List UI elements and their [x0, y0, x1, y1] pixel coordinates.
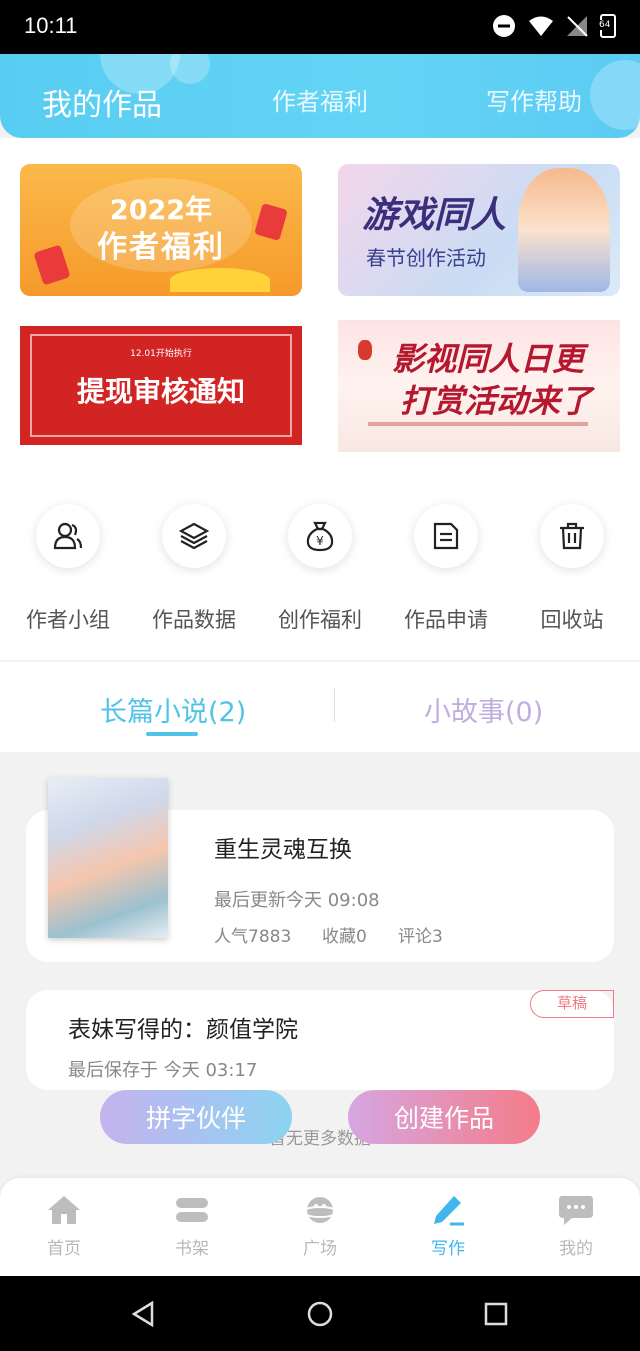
banner-title: 提现审核通知	[76, 375, 245, 408]
banner-line2: 春节创作活动	[366, 246, 486, 270]
tab-writing-help[interactable]: 写作帮助	[486, 82, 582, 117]
game-fanfic-banner[interactable]: 游戏同人 春节创作活动	[338, 164, 620, 296]
recents-icon[interactable]	[484, 1302, 508, 1326]
home-icon	[48, 1196, 80, 1224]
status-bar: 10:11 64	[0, 0, 640, 54]
draft-badge: 草稿	[530, 990, 614, 1018]
book-cover[interactable]	[48, 778, 168, 938]
decor-bubble	[590, 60, 640, 130]
works-tabs: 长篇小说(2) 小故事(0)	[0, 662, 640, 752]
create-work-button[interactable]: 创建作品	[348, 1090, 540, 1144]
system-nav-bar	[0, 1276, 640, 1351]
draft-work-card[interactable]: 草稿 表妹写得的：颜值学院 最后保存于 今天 03:17	[26, 990, 614, 1090]
work-title: 重生灵魂互换	[214, 837, 352, 863]
shortcut-label: 作品数据	[152, 608, 236, 632]
tab-short-stories[interactable]: 小故事(0)	[424, 690, 543, 729]
svg-text:¥: ¥	[316, 534, 324, 548]
bookshelf-icon	[176, 1198, 208, 1222]
nav-write[interactable]: 写作	[398, 1194, 498, 1259]
shortcut-label: 回收站	[540, 608, 604, 632]
shortcut-circle	[162, 504, 226, 568]
withdraw-notice-banner[interactable]: 12.01开始执行 提现审核通知	[20, 326, 302, 445]
nav-label: 广场	[303, 1239, 337, 1259]
shortcut-circle	[414, 504, 478, 568]
battery-icon: 64	[599, 14, 616, 38]
nav-bookshelf[interactable]: 书架	[142, 1194, 242, 1259]
author-welfare-banner[interactable]: 2022年 作者福利	[20, 164, 302, 296]
nav-label: 书架	[175, 1239, 209, 1259]
nav-home[interactable]: 首页	[14, 1194, 114, 1259]
lantern-icon	[358, 340, 372, 360]
nav-mine[interactable]: 我的	[526, 1194, 626, 1259]
tab-my-works[interactable]: 我的作品	[42, 80, 162, 124]
nav-label: 首页	[47, 1239, 81, 1259]
chat-bubble-icon	[559, 1196, 593, 1225]
no-more-data-text: 暂无更多数据	[269, 1129, 371, 1149]
layers-icon	[179, 522, 209, 550]
banner-title2: 打赏活动来了	[400, 382, 593, 420]
back-icon[interactable]	[130, 1301, 156, 1327]
active-tab-indicator	[146, 732, 198, 736]
work-favorites: 收藏0	[322, 927, 367, 947]
work-title: 表妹写得的：颜值学院	[68, 1017, 298, 1043]
tab-divider	[334, 688, 335, 722]
banner-fineprint-bar	[368, 422, 588, 426]
tab-long-novels[interactable]: 长篇小说(2)	[100, 690, 246, 729]
content-area: 2022年 作者福利 游戏同人 春节创作活动 12.01开始执行 提现审核通知 …	[0, 138, 640, 660]
wifi-icon	[529, 16, 553, 36]
home-button-icon[interactable]	[306, 1300, 334, 1328]
nav-label: 我的	[559, 1239, 593, 1259]
nav-label: 写作	[431, 1239, 465, 1259]
shortcut-circle	[36, 504, 100, 568]
shortcut-circle	[540, 504, 604, 568]
top-header: 我的作品 作者福利 写作帮助	[0, 54, 640, 138]
work-popularity: 人气7883	[214, 927, 292, 947]
battery-level: 64	[599, 20, 611, 30]
shortcut-label: 作品申请	[404, 608, 488, 632]
banner-small-text: 12.01开始执行	[130, 349, 192, 359]
anime-girl-illustration	[518, 168, 610, 292]
group-icon	[53, 522, 83, 550]
decor-bubble	[170, 54, 210, 84]
shortcut-author-group[interactable]: 作者小组	[18, 504, 118, 634]
no-signal-icon	[567, 16, 588, 37]
dnd-icon	[493, 15, 515, 37]
film-fanfic-banner[interactable]: 影视同人日更 打赏活动来了	[338, 320, 620, 452]
trash-icon	[560, 522, 584, 550]
tab-author-welfare[interactable]: 作者福利	[272, 82, 368, 117]
coins-icon	[170, 268, 270, 292]
nav-square[interactable]: 广场	[270, 1194, 370, 1259]
document-icon	[433, 522, 459, 550]
work-updated: 最后更新今天 09:08	[214, 890, 380, 911]
bottom-nav: 首页 书架 广场 写作 我的	[0, 1178, 640, 1276]
shortcut-label: 创作福利	[278, 608, 362, 632]
shortcut-circle: ¥	[288, 504, 352, 568]
planet-icon	[302, 1197, 338, 1223]
writing-partner-button[interactable]: 拼字伙伴	[100, 1090, 292, 1144]
shortcut-work-data[interactable]: 作品数据	[144, 504, 244, 634]
shortcut-work-application[interactable]: 作品申请	[396, 504, 496, 634]
money-bag-icon: ¥	[306, 521, 334, 552]
shortcut-creation-welfare[interactable]: ¥ 创作福利	[270, 504, 370, 634]
banner-title1: 影视同人日更	[392, 340, 585, 378]
shortcut-label: 作者小组	[26, 608, 110, 632]
status-icons: 64	[492, 14, 616, 38]
work-comments: 评论3	[398, 927, 443, 947]
work-saved: 最后保存于 今天 03:17	[68, 1060, 258, 1081]
status-time: 10:11	[24, 13, 78, 38]
pen-icon	[434, 1196, 464, 1226]
shortcut-recycle-bin[interactable]: 回收站	[522, 504, 622, 634]
banner-line1: 游戏同人	[362, 194, 507, 236]
